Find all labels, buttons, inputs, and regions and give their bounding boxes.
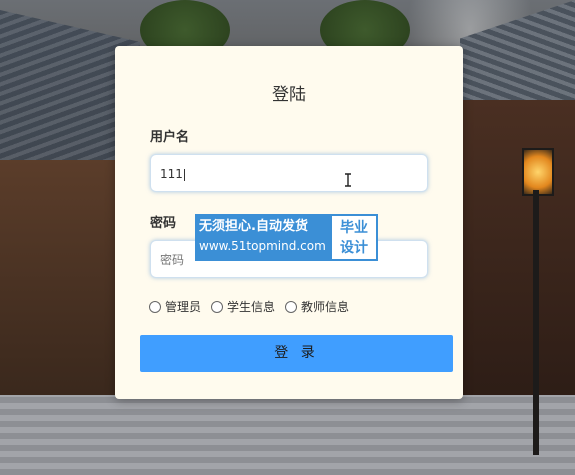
radio-circle-icon (211, 300, 224, 313)
watermark-tag: 毕业 设计 (330, 214, 378, 261)
role-radio-teacher[interactable]: 教师信息 (285, 298, 349, 315)
login-button[interactable]: 登 录 (140, 335, 453, 372)
role-radio-admin[interactable]: 管理员 (149, 298, 201, 315)
password-placeholder: 密码 (160, 253, 185, 267)
role-radio-group: 管理员 学生信息 教师信息 (149, 298, 349, 315)
background-wall-right (462, 100, 575, 400)
watermark-tag-line2: 设计 (340, 240, 368, 256)
text-cursor-icon (345, 173, 351, 187)
lantern-icon (522, 148, 554, 196)
watermark-url: www.51topmind.com (199, 239, 326, 253)
role-label: 学生信息 (227, 300, 276, 314)
role-label: 管理员 (165, 300, 202, 314)
role-label: 教师信息 (301, 300, 350, 314)
role-radio-student[interactable]: 学生信息 (211, 298, 275, 315)
watermark-line1: 无须担心.自动发货 (199, 219, 308, 234)
login-title: 登陆 (272, 85, 306, 105)
radio-circle-icon (285, 300, 298, 313)
radio-circle-icon (149, 300, 161, 313)
username-input[interactable]: 111 (150, 154, 428, 192)
text-caret (183, 168, 185, 181)
lamp-pole (533, 190, 539, 455)
password-label: 密码 (150, 216, 177, 231)
watermark-text: 无须担心.自动发货 www.51topmind.com (195, 214, 330, 261)
username-value: 111 (160, 167, 183, 181)
username-label: 用户名 (150, 130, 190, 145)
background-street (0, 395, 575, 475)
watermark-badge: 无须担心.自动发货 www.51topmind.com 毕业 设计 (195, 214, 378, 261)
watermark-tag-line1: 毕业 (340, 220, 368, 236)
